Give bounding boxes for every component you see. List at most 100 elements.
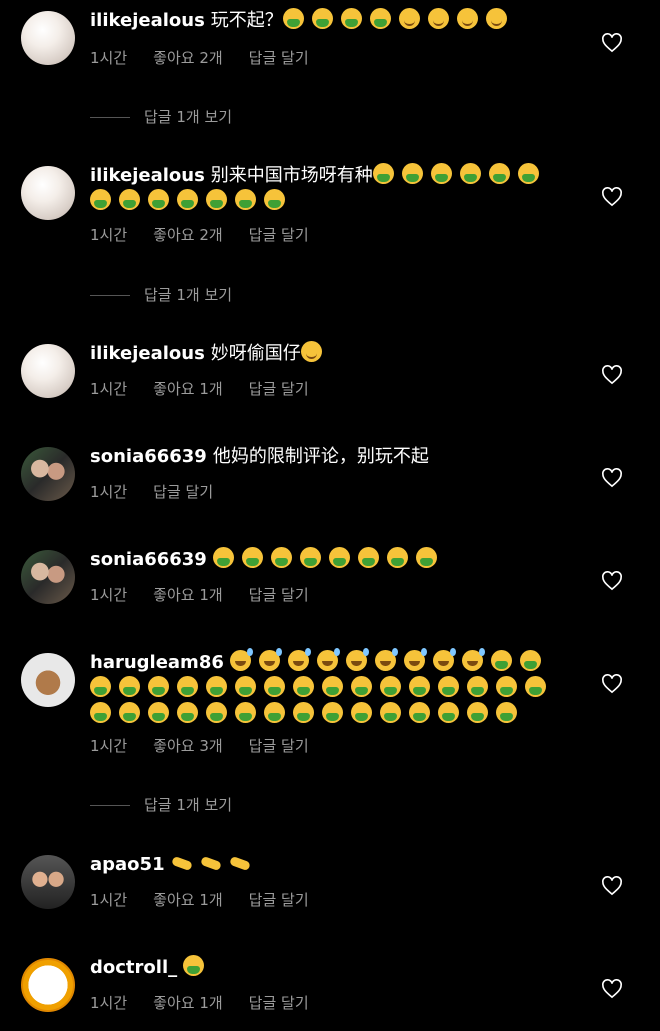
likes-count[interactable]: 좋아요 1개 — [153, 994, 223, 1012]
sick-emoji-icon — [264, 676, 285, 697]
view-replies[interactable]: 답글 1개 보기 — [90, 106, 232, 127]
view-replies-label[interactable]: 답글 1개 보기 — [144, 796, 232, 814]
sick-emoji-icon — [409, 676, 430, 697]
comment-text: harugleam86 — [90, 648, 560, 728]
likes-count[interactable]: 좋아요 1개 — [153, 586, 223, 604]
sweat-emoji-icon — [432, 648, 456, 671]
reply-button[interactable]: 답글 달기 — [153, 483, 213, 501]
sick-emoji-icon — [459, 163, 481, 184]
username[interactable]: harugleam86 — [90, 652, 224, 673]
sick-emoji-icon — [206, 676, 227, 697]
sick-emoji-icon — [517, 163, 539, 184]
avatar[interactable] — [21, 958, 75, 1012]
heart-outline-icon[interactable] — [601, 187, 623, 207]
username[interactable]: doctroll_ — [90, 957, 177, 978]
username[interactable]: ilikejealous — [90, 165, 205, 186]
likes-count[interactable]: 좋아요 1개 — [153, 891, 223, 909]
smile-emoji-icon — [485, 8, 507, 29]
username[interactable]: sonia66639 — [90, 549, 207, 570]
sick-emoji-icon — [430, 163, 452, 184]
sick-emoji-icon — [264, 189, 285, 210]
sick-emoji-icon — [488, 163, 510, 184]
timestamp: 1시간 — [90, 226, 128, 244]
username[interactable]: sonia66639 — [90, 446, 207, 467]
smile-emoji-icon — [300, 341, 322, 362]
comment-meta: 1시간 답글 달기 — [90, 481, 239, 502]
avatar[interactable] — [21, 447, 75, 501]
sick-emoji-icon — [90, 676, 111, 697]
reply-button[interactable]: 답글 달기 — [249, 891, 309, 909]
avatar[interactable] — [21, 653, 75, 707]
sick-emoji-icon — [235, 702, 256, 723]
avatar[interactable] — [21, 11, 75, 65]
sick-emoji-icon — [119, 676, 140, 697]
sweat-emoji-icon — [374, 648, 398, 671]
reply-button[interactable]: 답글 달기 — [249, 49, 309, 67]
heart-outline-icon[interactable] — [601, 674, 623, 694]
sick-emoji-icon — [177, 676, 198, 697]
likes-count[interactable]: 좋아요 2개 — [153, 49, 223, 67]
comment-body: 别来中国市场呀有种 — [210, 165, 373, 186]
sweat-emoji-icon — [316, 648, 340, 671]
comment-meta: 1시간 좋아요 1개 답글 달기 — [90, 584, 335, 605]
view-replies[interactable]: 답글 1개 보기 — [90, 794, 232, 815]
sick-emoji-icon — [90, 189, 111, 210]
comment-body: 妙呀偷国仔 — [210, 343, 301, 364]
comment-meta: 1시간 좋아요 1개 답글 달기 — [90, 992, 335, 1013]
smile-emoji-icon — [456, 8, 478, 29]
sweat-emoji-icon — [258, 648, 282, 671]
comment-text: apao51 — [90, 852, 570, 878]
sick-emoji-icon — [270, 547, 292, 568]
comment-text: ilikejealous 妙呀偷国仔 — [90, 341, 570, 367]
likes-count[interactable]: 좋아요 2개 — [153, 226, 223, 244]
reply-button[interactable]: 답글 달기 — [249, 226, 309, 244]
smile-emoji-icon — [398, 8, 420, 29]
view-replies[interactable]: 답글 1개 보기 — [90, 284, 232, 305]
heart-outline-icon[interactable] — [601, 979, 623, 999]
username[interactable]: ilikejealous — [90, 10, 205, 31]
timestamp: 1시간 — [90, 891, 128, 909]
timestamp: 1시간 — [90, 483, 128, 501]
view-replies-label[interactable]: 답글 1개 보기 — [144, 286, 232, 304]
reply-button[interactable]: 답글 달기 — [249, 737, 309, 755]
likes-count[interactable]: 좋아요 3개 — [153, 737, 223, 755]
timestamp: 1시간 — [90, 380, 128, 398]
sick-emoji-icon — [148, 676, 169, 697]
avatar[interactable] — [21, 344, 75, 398]
heart-outline-icon[interactable] — [601, 365, 623, 385]
heart-outline-icon[interactable] — [601, 876, 623, 896]
avatar[interactable] — [21, 855, 75, 909]
sick-emoji-icon — [322, 676, 343, 697]
emoji-list — [300, 341, 330, 364]
sick-emoji-icon — [293, 702, 314, 723]
sick-emoji-icon — [496, 702, 517, 723]
sick-emoji-icon — [467, 676, 488, 697]
reply-button[interactable]: 답글 달기 — [249, 380, 309, 398]
sick-emoji-icon — [293, 676, 314, 697]
heart-outline-icon[interactable] — [601, 468, 623, 488]
comment-text: sonia66639 — [90, 547, 570, 573]
avatar[interactable] — [21, 166, 75, 220]
username[interactable]: apao51 — [90, 854, 165, 875]
sick-emoji-icon — [90, 702, 111, 723]
comment-meta: 1시간 좋아요 2개 답글 달기 — [90, 47, 335, 68]
reply-button[interactable]: 답글 달기 — [249, 586, 309, 604]
sick-emoji-icon — [119, 189, 140, 210]
username[interactable]: ilikejealous — [90, 343, 205, 364]
timestamp: 1시간 — [90, 586, 128, 604]
comment-meta: 1시간 좋아요 1개 답글 달기 — [90, 378, 335, 399]
view-replies-label[interactable]: 답글 1개 보기 — [144, 108, 232, 126]
sick-emoji-icon — [351, 676, 372, 697]
heart-outline-icon[interactable] — [601, 571, 623, 591]
hand-emoji-icon — [200, 852, 221, 873]
timestamp: 1시간 — [90, 737, 128, 755]
sick-emoji-icon — [438, 702, 459, 723]
heart-outline-icon[interactable] — [601, 33, 623, 53]
avatar[interactable] — [21, 550, 75, 604]
sick-emoji-icon — [299, 547, 321, 568]
reply-button[interactable]: 답글 달기 — [249, 994, 309, 1012]
sick-emoji-icon — [328, 547, 350, 568]
sick-emoji-icon — [525, 676, 546, 697]
likes-count[interactable]: 좋아요 1개 — [153, 380, 223, 398]
sick-emoji-icon — [415, 547, 437, 568]
